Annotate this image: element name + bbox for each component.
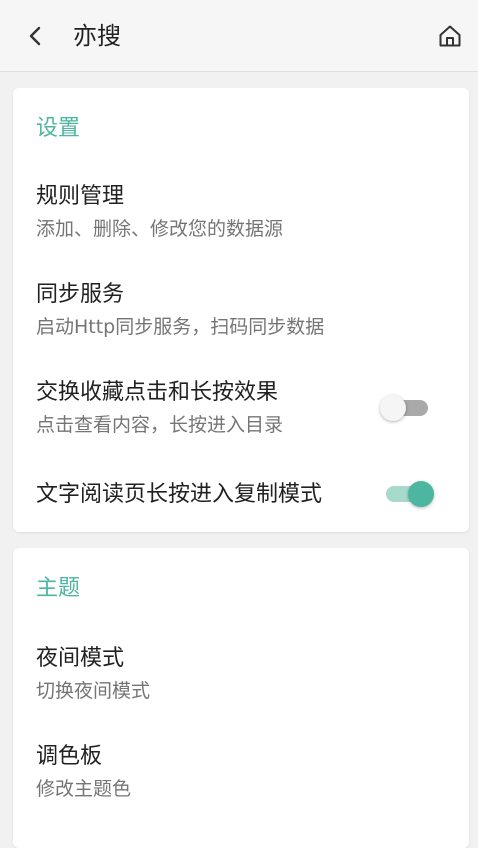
pref-title: 调色板 <box>36 744 103 769</box>
pref-palette[interactable]: 调色板 修改主题色 <box>13 724 469 804</box>
pref-summary: 点击查看内容，长按进入目录 <box>36 414 284 436</box>
pref-copy-mode[interactable]: 文字阅读页长按进入复制模式 <box>13 460 469 532</box>
pref-summary: 切换夜间模式 <box>36 680 151 702</box>
pref-swap-click-longpress[interactable]: 交换收藏点击和长按效果 点击查看内容，长按进入目录 <box>13 362 469 442</box>
theme-card: 主题 夜间模式 切换夜间模式 调色板 修改主题色 <box>13 548 469 848</box>
pref-title: 交换收藏点击和长按效果 <box>36 380 279 405</box>
home-button[interactable] <box>432 18 468 54</box>
pref-summary: 启动Http同步服务，扫码同步数据 <box>36 316 325 338</box>
pref-summary: 添加、删除、修改您的数据源 <box>36 218 284 240</box>
chevron-left-icon <box>29 26 41 46</box>
back-button[interactable] <box>18 18 54 54</box>
pref-summary: 修改主题色 <box>36 778 132 800</box>
settings-card: 设置 规则管理 添加、删除、修改您的数据源 同步服务 启动Http同步服务，扫码… <box>13 88 469 532</box>
pref-night-mode[interactable]: 夜间模式 切换夜间模式 <box>13 626 469 706</box>
page-title: 亦搜 <box>73 22 121 50</box>
pref-title: 同步服务 <box>36 282 125 307</box>
switch-thumb <box>408 481 434 507</box>
switch-thumb <box>380 395 406 421</box>
pref-sync-service[interactable]: 同步服务 启动Http同步服务，扫码同步数据 <box>13 264 469 344</box>
home-icon <box>439 25 461 47</box>
pref-title: 文字阅读页长按进入复制模式 <box>36 482 323 507</box>
app-bar: 亦搜 <box>0 0 478 72</box>
pref-title: 夜间模式 <box>36 646 125 671</box>
pref-rule-management[interactable]: 规则管理 添加、删除、修改您的数据源 <box>13 166 469 246</box>
copy-mode-toggle[interactable] <box>382 479 434 509</box>
pref-title: 规则管理 <box>36 184 125 209</box>
section-title-theme: 主题 <box>36 576 81 601</box>
swap-click-toggle[interactable] <box>380 393 432 423</box>
section-title-settings: 设置 <box>36 116 81 141</box>
